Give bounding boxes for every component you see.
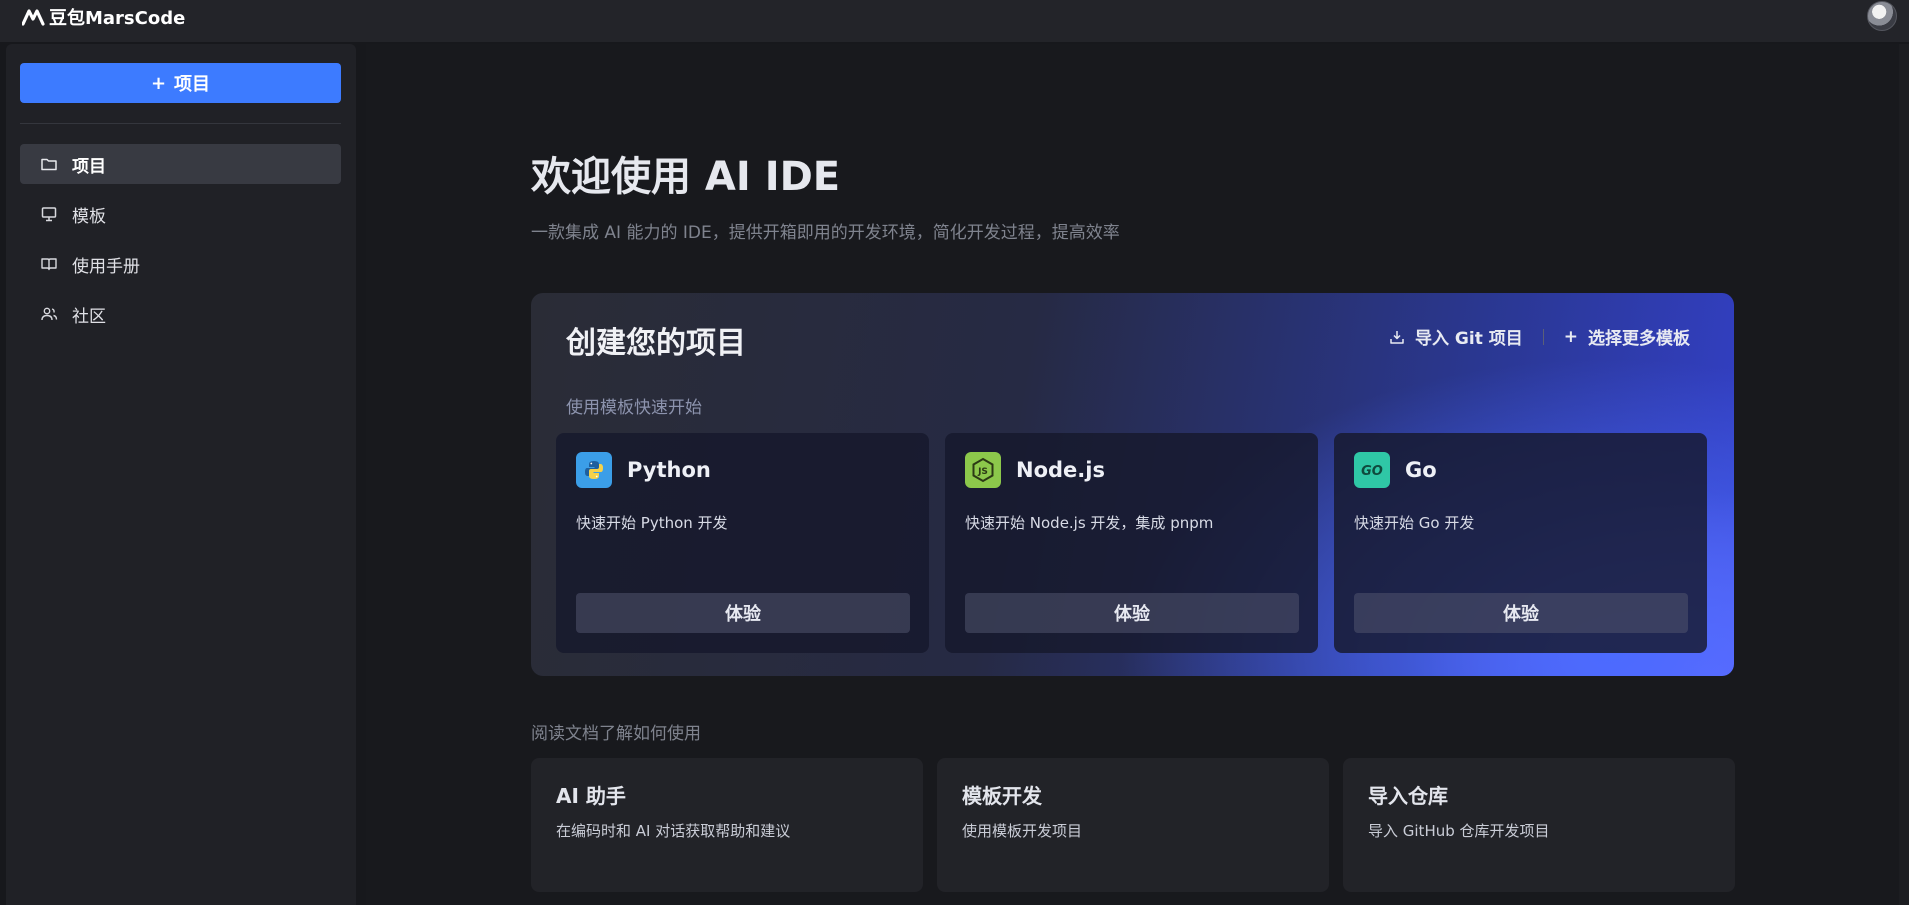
import-icon [1390, 330, 1404, 344]
page-subtitle: 一款集成 AI 能力的 IDE，提供开箱即用的开发环境，简化开发过程，提高效率 [531, 223, 1120, 243]
page-scrollbar[interactable] [1899, 44, 1909, 905]
go-icon: GO [1354, 452, 1390, 488]
top-bar: 豆包MarsCode [0, 0, 1909, 42]
template-card-python[interactable]: Python 快速开始 Python 开发 体验 [556, 433, 929, 653]
template-card-go[interactable]: GO Go 快速开始 Go 开发 体验 [1334, 433, 1707, 653]
template-card-nodejs[interactable]: JS Node.js 快速开始 Node.js 开发，集成 pnpm 体验 [945, 433, 1318, 653]
doc-title: AI 助手 [556, 784, 626, 808]
svg-text:GO: GO [1361, 464, 1383, 479]
template-header: JS Node.js [965, 452, 1105, 488]
template-header: GO Go [1354, 452, 1437, 488]
monitor-icon [41, 207, 57, 222]
users-icon [41, 307, 58, 321]
nodejs-icon: JS [965, 452, 1001, 488]
actions-divider [1542, 328, 1544, 345]
plus-icon: + [150, 72, 167, 94]
template-desc: 快速开始 Go 开发 [1354, 514, 1475, 532]
marscode-logo-icon [22, 9, 45, 26]
avatar[interactable] [1867, 1, 1897, 31]
template-desc: 快速开始 Node.js 开发，集成 pnpm [965, 514, 1214, 532]
sidebar-item-community[interactable]: 社区 [20, 294, 341, 334]
sidebar-item-projects[interactable]: 项目 [20, 144, 341, 184]
import-git-label: 导入 Git 项目 [1415, 329, 1523, 349]
folder-icon [41, 158, 57, 171]
new-project-button[interactable]: + 项目 [20, 63, 341, 103]
import-git-button[interactable]: 导入 Git 项目 [1389, 324, 1523, 349]
try-python-button[interactable]: 体验 [576, 593, 910, 633]
page-title: 欢迎使用 AI IDE [531, 154, 841, 200]
sidebar-item-label: 项目 [72, 156, 106, 177]
doc-title: 模板开发 [962, 784, 1042, 808]
more-templates-button[interactable]: + 选择更多模板 [1563, 324, 1690, 350]
doc-card-import-repo[interactable]: 导入仓库 导入 GitHub 仓库开发项目 [1343, 758, 1735, 892]
sidebar-item-templates[interactable]: 模板 [20, 194, 341, 234]
plus-icon: + [1563, 326, 1578, 347]
book-icon [41, 258, 57, 271]
template-header: Python [576, 452, 711, 488]
sidebar-item-label: 社区 [72, 306, 106, 327]
panel-actions: 导入 Git 项目 + 选择更多模板 [1389, 324, 1690, 349]
sidebar-item-manual[interactable]: 使用手册 [20, 244, 341, 284]
docs-label: 阅读文档了解如何使用 [531, 724, 701, 744]
sidebar-divider [20, 123, 341, 124]
doc-desc: 导入 GitHub 仓库开发项目 [1368, 822, 1550, 840]
new-project-label: 项目 [174, 74, 211, 95]
svg-text:JS: JS [977, 467, 988, 477]
doc-desc: 在编码时和 AI 对话获取帮助和建议 [556, 822, 791, 840]
logo[interactable]: 豆包MarsCode [22, 6, 186, 29]
template-name: Go [1405, 458, 1437, 482]
try-nodejs-button[interactable]: 体验 [965, 593, 1299, 633]
sidebar-item-label: 模板 [72, 206, 106, 227]
doc-card-ai-assistant[interactable]: AI 助手 在编码时和 AI 对话获取帮助和建议 [531, 758, 923, 892]
template-name: Python [627, 458, 711, 482]
create-project-title: 创建您的项目 [566, 326, 746, 361]
doc-desc: 使用模板开发项目 [962, 822, 1083, 840]
templates-label: 使用模板快速开始 [566, 398, 702, 418]
template-name: Node.js [1016, 458, 1105, 482]
main-content: 欢迎使用 AI IDE 一款集成 AI 能力的 IDE，提供开箱即用的开发环境，… [366, 44, 1909, 905]
create-project-panel: 创建您的项目 导入 Git 项目 + 选择更多模板 使用模板快速开始 Pytho… [531, 293, 1734, 676]
doc-card-template-dev[interactable]: 模板开发 使用模板开发项目 [937, 758, 1329, 892]
sidebar-nav: 项目 模板 使用手册 社区 [20, 144, 341, 344]
template-desc: 快速开始 Python 开发 [576, 514, 728, 532]
sidebar-item-label: 使用手册 [72, 256, 140, 277]
python-icon [576, 452, 612, 488]
doc-title: 导入仓库 [1368, 784, 1448, 808]
more-templates-label: 选择更多模板 [1588, 329, 1690, 349]
sidebar: + 项目 项目 模板 使用手册 社区 [6, 44, 356, 905]
try-go-button[interactable]: 体验 [1354, 593, 1688, 633]
logo-text: 豆包MarsCode [49, 8, 186, 29]
